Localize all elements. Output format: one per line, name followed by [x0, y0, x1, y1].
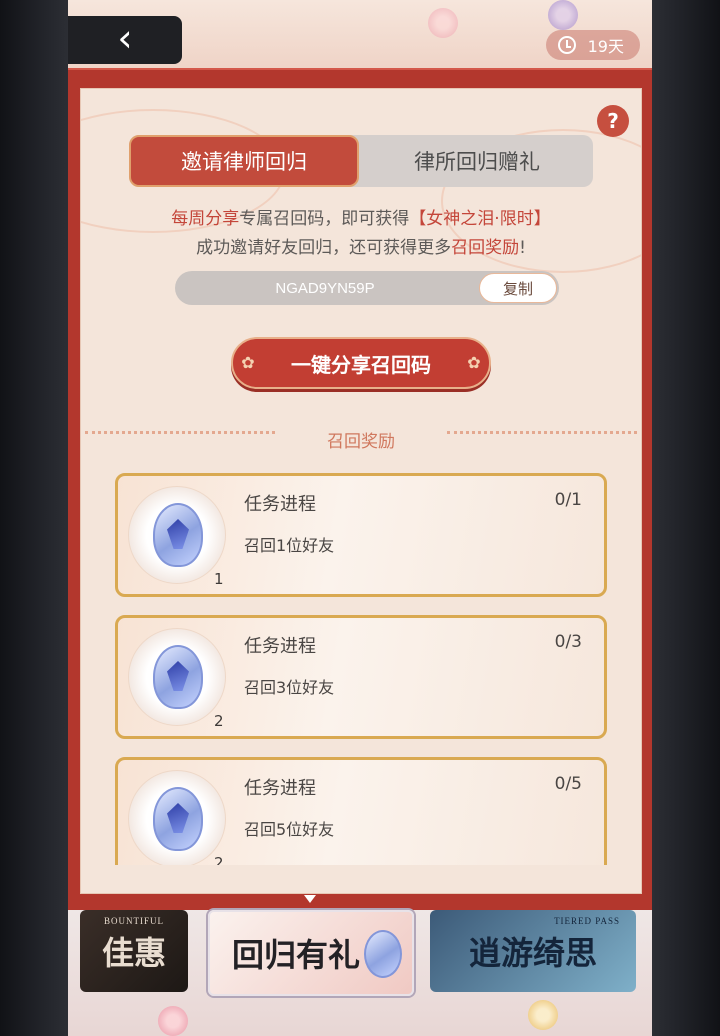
reward-item-slot[interactable] [128, 628, 226, 726]
task-title: 任务进程 [244, 494, 316, 515]
reward-quantity: 2 [214, 712, 224, 730]
flower-icon: ✿ [467, 353, 481, 372]
event-frame: ? 邀请律师回归 律所回归赠礼 每周分享专属召回码，即可获得【女神之泪·限时】 … [68, 68, 652, 912]
info-text: 专属召回码，即可获得 [239, 209, 410, 229]
tab-label: 律所回归赠礼 [414, 150, 540, 174]
flower-icon: ✿ [241, 353, 255, 372]
invite-info-text: 每周分享专属召回码，即可获得【女神之泪·限时】 成功邀请好友回归，还可获得更多召… [81, 205, 641, 263]
task-title: 任务进程 [244, 636, 316, 657]
task-card: 1 任务进程 召回1位好友 0/1 [115, 473, 607, 597]
task-description: 召回1位好友 [244, 536, 335, 555]
back-arrow-icon: ‹ [117, 16, 133, 60]
tab-invite-lawyer[interactable]: 邀请律师回归 [129, 135, 359, 187]
wisteria-decoration [548, 0, 578, 30]
reward-quantity: 1 [214, 570, 224, 588]
reward-name-highlight: 【女神之泪·限时】 [409, 209, 551, 229]
task-progress: 0/5 [554, 774, 582, 794]
reward-quantity: 2 [214, 854, 224, 865]
days-remaining-label: 19天 [587, 37, 624, 56]
left-dark-margin [0, 0, 68, 1036]
blossom-decoration [528, 1000, 558, 1030]
share-code-label: 一键分享召回码 [291, 352, 431, 377]
expand-indicator-icon [304, 895, 316, 903]
event-banner-bar: BOUNTIFUL 佳惠 回归有礼 TIERED PASS 逍游绮思 [68, 910, 652, 1036]
task-card: 2 任务进程 召回5位好友 0/5 [115, 757, 607, 865]
back-button[interactable]: ‹ [68, 16, 182, 64]
banner-title: 逍游绮思 [468, 934, 597, 972]
info-highlight: 召回奖励 [451, 238, 520, 258]
banner-tiered-pass[interactable]: TIERED PASS 逍游绮思 [430, 910, 636, 992]
banner-title: 佳惠 [101, 934, 166, 972]
right-dark-margin [652, 0, 720, 1036]
blossom-decoration [158, 1006, 188, 1036]
info-line-2: 成功邀请好友回归，还可获得更多召回奖励! [81, 234, 641, 263]
days-remaining-badge: 19天 [545, 30, 640, 60]
tear-gem-icon [153, 645, 203, 709]
tab-bar: 邀请律师回归 律所回归赠礼 [129, 135, 593, 187]
share-code-button[interactable]: ✿ 一键分享召回码 ✿ [231, 337, 491, 389]
tear-gem-icon [153, 787, 203, 851]
task-progress: 0/3 [554, 632, 582, 652]
app-screen: ‹ 19天 ? 邀请律师回归 律所回归赠礼 每周分享专属召回码，即可获得【女神之… [68, 0, 652, 1036]
banner-return-gift[interactable]: 回归有礼 [208, 910, 414, 996]
tab-label: 邀请律师回归 [181, 150, 307, 174]
banner-subtitle: BOUNTIFUL [104, 916, 164, 926]
info-text: ! [519, 238, 526, 258]
tear-gem-icon [153, 503, 203, 567]
recall-code-value: NGAD9YN59P [275, 279, 375, 297]
event-panel: ? 邀请律师回归 律所回归赠礼 每周分享专属召回码，即可获得【女神之泪·限时】 … [80, 88, 642, 894]
tab-firm-return-gift[interactable]: 律所回归赠礼 [361, 135, 593, 187]
task-list: 1 任务进程 召回1位好友 0/1 2 任务进程 召回3位好友 0/3 2 任务… [115, 473, 609, 865]
info-text: 成功邀请好友回归，还可获得更多 [196, 238, 452, 258]
task-progress: 0/1 [554, 490, 582, 510]
reward-item-slot[interactable] [128, 770, 226, 865]
clock-icon [557, 36, 576, 54]
task-title: 任务进程 [244, 778, 316, 799]
info-line-1: 每周分享专属召回码，即可获得【女神之泪·限时】 [81, 205, 641, 234]
task-description: 召回5位好友 [244, 820, 335, 839]
reward-item-slot[interactable] [128, 486, 226, 584]
help-button[interactable]: ? [597, 105, 629, 137]
info-highlight: 每周分享 [171, 209, 240, 229]
blossom-decoration [428, 8, 458, 38]
task-description: 召回3位好友 [244, 678, 335, 697]
tear-gem-icon [364, 930, 402, 978]
copy-button[interactable]: 复制 [479, 273, 557, 303]
banner-subtitle: TIERED PASS [554, 916, 620, 926]
recall-code-field: NGAD9YN59P 复制 [175, 271, 559, 305]
task-card: 2 任务进程 召回3位好友 0/3 [115, 615, 607, 739]
banner-bountiful[interactable]: BOUNTIFUL 佳惠 [80, 910, 188, 992]
banner-title: 回归有礼 [231, 936, 360, 974]
divider-right [447, 431, 637, 434]
